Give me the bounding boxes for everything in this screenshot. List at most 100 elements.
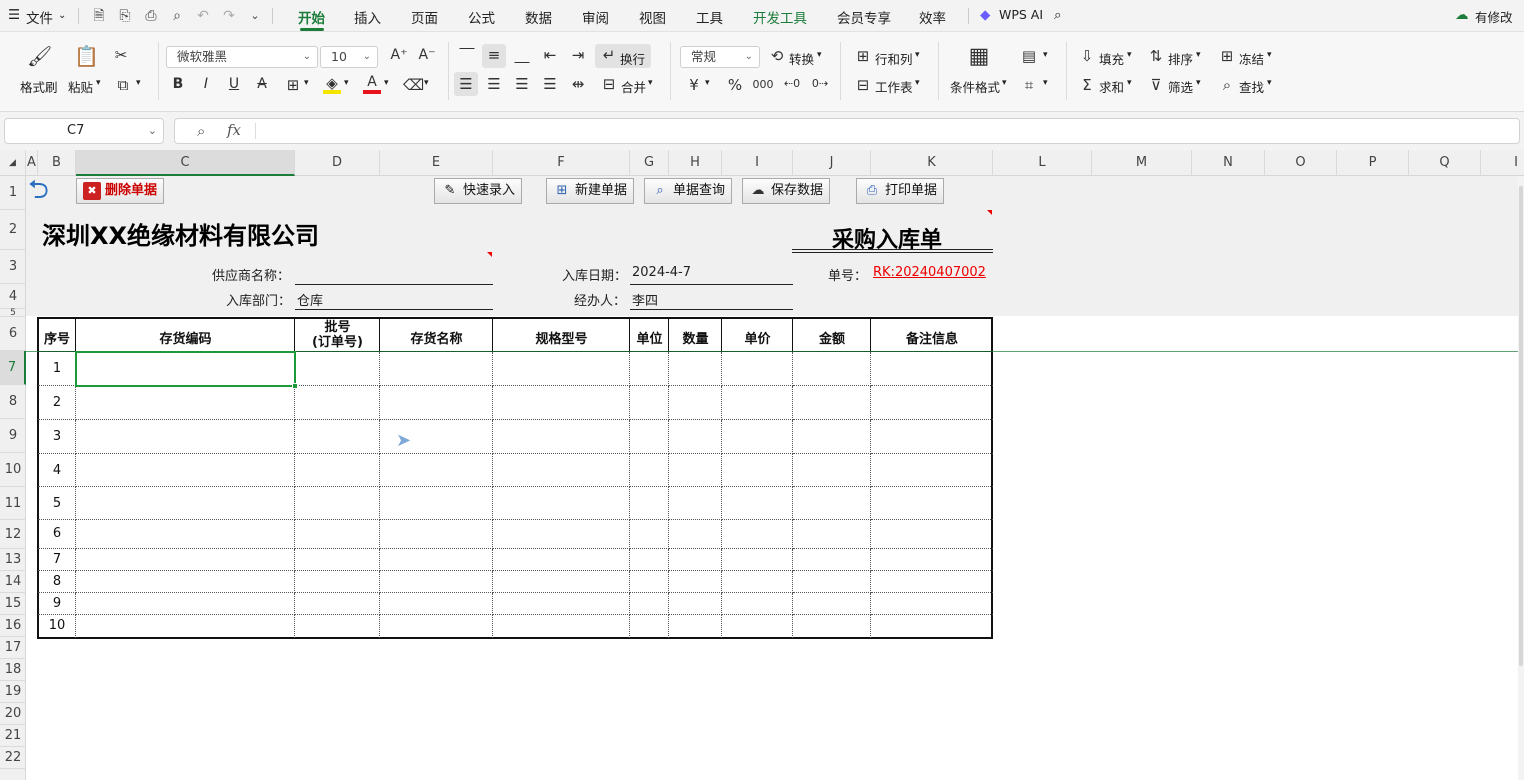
paste-button[interactable]: 粘贴 [68, 77, 93, 96]
column-header-p[interactable]: P [1337, 150, 1409, 176]
freeze-icon[interactable]: ⊞ [1218, 47, 1236, 65]
chevron-down-icon[interactable]: ▾ [344, 78, 349, 88]
wrap-button[interactable]: 换行 [620, 49, 645, 68]
row-header-13[interactable]: 13 [0, 549, 26, 571]
vertical-scrollbar[interactable] [1518, 176, 1524, 780]
table-cell[interactable] [871, 593, 993, 615]
table-cell[interactable] [793, 549, 871, 571]
table-cell[interactable] [295, 520, 380, 549]
table-cell[interactable] [722, 615, 793, 638]
table-cell[interactable] [76, 386, 295, 420]
select-all-corner[interactable]: ◢ [0, 150, 26, 176]
modified-status[interactable]: 有修改 [1475, 7, 1513, 26]
table-cell[interactable] [295, 571, 380, 593]
table-cell[interactable] [871, 549, 993, 571]
table-cell[interactable] [722, 549, 793, 571]
table-cell[interactable] [380, 615, 493, 638]
tab-insert[interactable]: 插入 [354, 7, 381, 27]
table-cell[interactable] [380, 520, 493, 549]
table-cell[interactable] [493, 454, 630, 487]
table-cell[interactable] [722, 593, 793, 615]
row-header-21[interactable]: 21 [0, 725, 26, 747]
table-cell[interactable] [722, 420, 793, 454]
find-icon[interactable]: ⌕ [1218, 76, 1236, 94]
tab-home[interactable]: 开始 [298, 7, 325, 27]
chevron-down-icon[interactable]: ▾ [915, 78, 920, 88]
table-cell[interactable] [793, 593, 871, 615]
chevron-down-icon[interactable]: ▾ [136, 78, 141, 88]
zoom-icon[interactable]: ⌕ [197, 122, 205, 140]
table-cell[interactable] [871, 520, 993, 549]
sum-icon[interactable]: Σ [1078, 76, 1096, 94]
column-header-k[interactable]: K [871, 150, 993, 176]
print-icon[interactable]: ⎙ [142, 7, 160, 25]
table-cell[interactable] [380, 549, 493, 571]
chevron-down-icon[interactable]: ▾ [424, 78, 429, 88]
table-cell[interactable] [295, 593, 380, 615]
handler-field[interactable]: 李四 [632, 290, 658, 309]
chevron-down-icon[interactable]: ⌄ [148, 119, 157, 143]
cell-style-icon[interactable]: ⌗ [1020, 76, 1038, 94]
underline-icon[interactable]: U [226, 76, 242, 92]
formula-input[interactable]: ⌕ fx [174, 118, 1520, 144]
increase-indent-icon[interactable]: ⇥ [569, 46, 587, 64]
table-cell[interactable] [669, 420, 722, 454]
date-field[interactable]: 2024-4-7 [632, 265, 691, 280]
align-center-icon[interactable]: ☰ [485, 75, 503, 93]
row-header-2[interactable]: 2 [0, 210, 26, 250]
table-cell[interactable] [871, 571, 993, 593]
chevron-down-icon[interactable]: ▾ [817, 50, 822, 60]
column-header-l[interactable]: L [993, 150, 1092, 176]
tab-tools[interactable]: 工具 [696, 7, 723, 27]
more-icon[interactable]: ⌄ [246, 7, 264, 25]
table-cell[interactable] [295, 386, 380, 420]
name-box[interactable]: C7 ⌄ [4, 118, 164, 144]
table-cell[interactable] [793, 615, 871, 638]
table-cell[interactable] [871, 615, 993, 638]
table-cell[interactable] [76, 593, 295, 615]
chevron-down-icon[interactable]: ▾ [1043, 50, 1048, 60]
table-cell[interactable] [630, 571, 669, 593]
table-cell[interactable] [669, 615, 722, 638]
row-header-14[interactable]: 14 [0, 571, 26, 593]
table-cell[interactable] [630, 549, 669, 571]
format-painter-button[interactable]: 格式刷 [20, 77, 58, 96]
percent-icon[interactable]: % [727, 76, 743, 94]
table-cell[interactable] [295, 487, 380, 520]
conditional-format-button[interactable]: 条件格式 [950, 77, 1000, 96]
align-left-icon[interactable]: ☰ [457, 75, 475, 93]
row-header-15[interactable]: 15 [0, 593, 26, 615]
delete-document-button[interactable]: ✖ 删除单据 [76, 178, 165, 204]
paste-icon[interactable]: 📋 [74, 44, 99, 68]
fill-handle[interactable] [292, 383, 298, 389]
worksheet-icon[interactable]: ⊟ [854, 76, 872, 94]
currency-icon[interactable]: ¥ [686, 76, 702, 94]
chevron-down-icon[interactable]: ▾ [1267, 50, 1272, 60]
chevron-down-icon[interactable]: ▾ [1127, 78, 1132, 88]
table-cell[interactable] [295, 352, 380, 386]
row-header-18[interactable]: 18 [0, 659, 26, 681]
table-cell[interactable] [722, 487, 793, 520]
table-cell[interactable] [722, 520, 793, 549]
table-cell[interactable] [493, 352, 630, 386]
row-header-16[interactable]: 16 [0, 615, 26, 637]
table-cell[interactable] [295, 549, 380, 571]
table-style-icon[interactable]: ▤ [1020, 47, 1038, 65]
table-cell[interactable] [493, 571, 630, 593]
column-header-h[interactable]: H [669, 150, 722, 176]
format-painter-icon[interactable]: 🖌 [27, 44, 52, 68]
table-cell[interactable] [722, 386, 793, 420]
copy-icon[interactable]: ⧉ [114, 76, 132, 94]
table-cell[interactable] [793, 454, 871, 487]
column-header-m[interactable]: M [1092, 150, 1192, 176]
chevron-down-icon[interactable]: ▾ [1043, 78, 1048, 88]
row-header-1[interactable]: 1 [0, 176, 26, 210]
align-top-icon[interactable]: ⎺ [458, 46, 476, 64]
convert-button[interactable]: 转换 [789, 49, 814, 68]
back-arrow-icon[interactable]: ⮌ [28, 177, 62, 203]
column-header-b[interactable]: B [38, 150, 76, 176]
table-cell[interactable] [493, 386, 630, 420]
worksheet-button[interactable]: 工作表 [875, 77, 913, 96]
table-cell[interactable] [76, 520, 295, 549]
font-size-select[interactable]: 10 ⌄ [320, 46, 378, 68]
